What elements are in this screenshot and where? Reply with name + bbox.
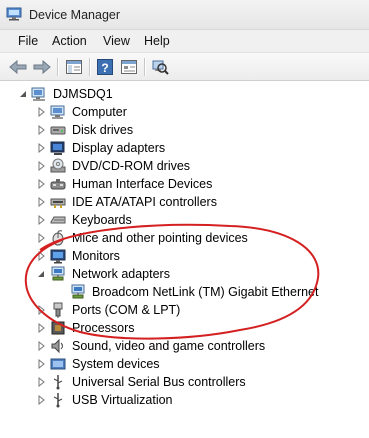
network-adapter-icon [51, 266, 65, 281]
tree-item-label: Computer [72, 105, 127, 119]
tree-item-mice[interactable]: Mice and other pointing devices [0, 229, 369, 247]
device-tree[interactable]: DJMSDQ1 Computer Disk drives Display ada… [0, 82, 369, 438]
device-manager-icon [6, 7, 22, 21]
expand-triangle-icon[interactable] [36, 377, 46, 387]
tree-item-usb-controllers[interactable]: Universal Serial Bus controllers [0, 373, 369, 391]
tree-item-keyboards[interactable]: Keyboards [0, 211, 369, 229]
properties-icon [121, 60, 137, 74]
sound-icon [51, 338, 63, 354]
expand-triangle-icon[interactable] [36, 251, 46, 261]
disk-drive-icon [50, 126, 66, 135]
port-icon [53, 302, 63, 318]
tree-item-network-adapters[interactable]: Network adapters [0, 265, 369, 283]
processor-icon [51, 321, 65, 335]
forward-icon [33, 60, 51, 74]
tree-item-label: System devices [72, 357, 160, 371]
menu-help[interactable]: Help [144, 34, 170, 48]
help-button[interactable]: ? [95, 57, 115, 77]
collapse-triangle-icon[interactable] [18, 89, 28, 99]
usb-icon [53, 375, 63, 390]
display-adapter-icon [50, 141, 65, 155]
back-icon [9, 60, 27, 74]
expand-triangle-icon[interactable] [36, 197, 46, 207]
tree-item-label: USB Virtualization [72, 393, 173, 407]
window-title: Device Manager [29, 8, 121, 22]
keyboard-icon [50, 216, 66, 224]
monitor-icon [50, 249, 66, 264]
expand-triangle-icon[interactable] [36, 323, 46, 333]
title-bar[interactable]: Device Manager [0, 0, 369, 30]
tree-root[interactable]: DJMSDQ1 [0, 85, 369, 103]
network-card-icon [71, 284, 85, 299]
system-device-icon [50, 358, 66, 370]
expand-triangle-icon[interactable] [36, 179, 46, 189]
tree-item-label: Display adapters [72, 141, 166, 155]
toolbar: ? [0, 53, 369, 81]
tree-item-label: DVD/CD-ROM drives [72, 159, 191, 173]
tree-item-label: Universal Serial Bus controllers [72, 375, 246, 389]
tree-item-broadcom-ethernet[interactable]: Broadcom NetLink (TM) Gigabit Ethernet [0, 283, 369, 301]
tree-item-label: Broadcom NetLink (TM) Gigabit Ethernet [92, 285, 319, 299]
svg-text:?: ? [101, 61, 108, 75]
menu-action[interactable]: Action [52, 34, 87, 48]
toolbar-separator [144, 58, 145, 76]
tree-item-label: Monitors [72, 249, 120, 263]
tree-item-usb-virtualization[interactable]: USB Virtualization [0, 391, 369, 409]
tree-item-label: Keyboards [72, 213, 132, 227]
mouse-icon [52, 230, 64, 246]
dvd-drive-icon [50, 158, 66, 173]
usb-virtualization-icon [53, 393, 63, 408]
tree-item-sound[interactable]: Sound, video and game controllers [0, 337, 369, 355]
tree-item-label: Mice and other pointing devices [72, 231, 248, 245]
scan-hardware-icon [152, 60, 169, 75]
tree-item-label: Processors [72, 321, 135, 335]
toolbar-separator [89, 58, 90, 76]
tree-item-label: Ports (COM & LPT) [72, 303, 181, 317]
tree-item-display-adapters[interactable]: Display adapters [0, 139, 369, 157]
hid-icon [50, 179, 66, 190]
expand-triangle-icon[interactable] [36, 143, 46, 153]
tree-item-processors[interactable]: Processors [0, 319, 369, 337]
tree-root-label: DJMSDQ1 [53, 87, 113, 101]
tree-item-ide-controllers[interactable]: IDE ATA/ATAPI controllers [0, 193, 369, 211]
collapse-triangle-icon[interactable] [36, 269, 46, 279]
computer-icon [50, 105, 65, 119]
expand-triangle-icon[interactable] [36, 395, 46, 405]
expand-triangle-icon[interactable] [36, 161, 46, 171]
tree-item-monitors[interactable]: Monitors [0, 247, 369, 265]
menu-file[interactable]: File [18, 34, 38, 48]
ide-controller-icon [50, 198, 66, 208]
show-hide-tree-icon [66, 60, 82, 74]
tree-item-label: Sound, video and game controllers [72, 339, 266, 353]
tree-item-hid[interactable]: Human Interface Devices [0, 175, 369, 193]
tree-item-disk-drives[interactable]: Disk drives [0, 121, 369, 139]
expand-triangle-icon[interactable] [36, 215, 46, 225]
tree-item-label: Disk drives [72, 123, 134, 137]
menu-view[interactable]: View [103, 34, 130, 48]
help-icon: ? [97, 59, 113, 75]
tree-item-system-devices[interactable]: System devices [0, 355, 369, 373]
tree-item-label: Network adapters [72, 267, 170, 281]
tree-item-computer[interactable]: Computer [0, 103, 369, 121]
expand-triangle-icon[interactable] [36, 125, 46, 135]
properties-button[interactable] [119, 57, 139, 77]
scan-hardware-button[interactable] [150, 57, 170, 77]
toolbar-separator [57, 58, 58, 76]
tree-item-ports[interactable]: Ports (COM & LPT) [0, 301, 369, 319]
expand-triangle-icon[interactable] [36, 233, 46, 243]
expand-triangle-icon[interactable] [36, 107, 46, 117]
computer-root-icon [31, 87, 45, 101]
tree-item-label: Human Interface Devices [72, 177, 213, 191]
menu-bar: File Action View Help [0, 30, 369, 53]
expand-triangle-icon[interactable] [36, 359, 46, 369]
show-hide-tree-button[interactable] [64, 57, 84, 77]
tree-item-label: IDE ATA/ATAPI controllers [72, 195, 217, 209]
expand-triangle-icon[interactable] [36, 341, 46, 351]
expand-triangle-icon[interactable] [36, 305, 46, 315]
back-button[interactable] [8, 57, 28, 77]
forward-button[interactable] [32, 57, 52, 77]
tree-item-dvd-drives[interactable]: DVD/CD-ROM drives [0, 157, 369, 175]
